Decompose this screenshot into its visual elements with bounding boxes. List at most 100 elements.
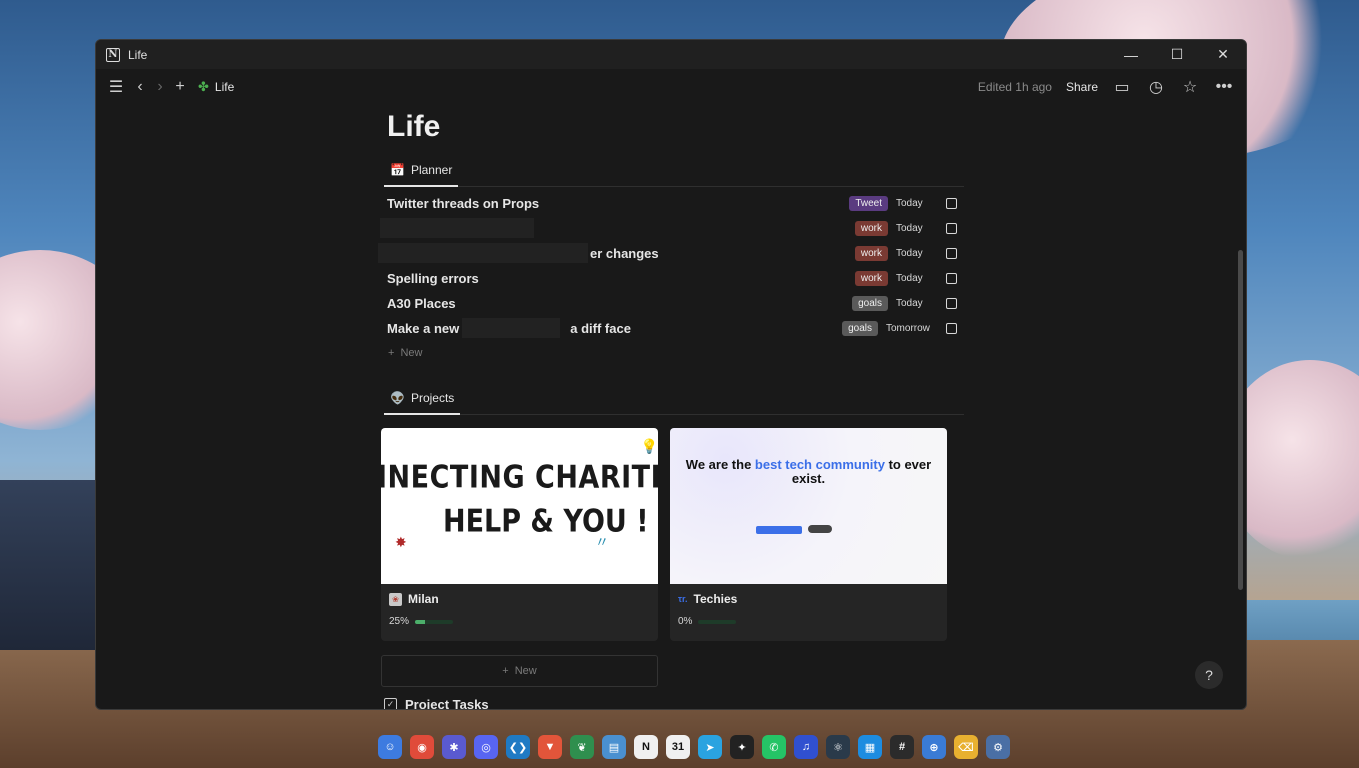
task-meta: goals Today bbox=[852, 296, 957, 311]
whatsapp-icon[interactable]: ✆ bbox=[762, 735, 786, 759]
forward-arrow-icon[interactable]: › bbox=[150, 77, 170, 97]
due-date: Tomorrow bbox=[886, 323, 930, 334]
notion-icon[interactable]: N bbox=[634, 735, 658, 759]
project-title: τr. Techies bbox=[678, 592, 939, 606]
list-item[interactable]: Spelling errors work Today bbox=[384, 266, 964, 291]
tag-badge[interactable]: work bbox=[854, 221, 888, 236]
cover-text: HELP & YOU ! bbox=[443, 503, 649, 540]
new-project-button[interactable]: + New bbox=[381, 655, 658, 687]
chrome-icon[interactable]: ◉ bbox=[410, 735, 434, 759]
tab-planner[interactable]: 📅 Planner bbox=[384, 155, 459, 187]
task-meta: goals Tomorrow bbox=[842, 321, 957, 336]
done-checkbox[interactable] bbox=[946, 198, 957, 209]
planner-view-tabs: 📅 Planner bbox=[384, 155, 964, 187]
tag-badge[interactable]: work bbox=[854, 246, 888, 261]
telegram-icon[interactable]: ➤ bbox=[698, 735, 722, 759]
page-toolbar: ☰ ‹ › + ✤ Life Edited 1h ago Share ▭ ◷ ☆… bbox=[96, 69, 1246, 105]
new-item-button[interactable]: + New bbox=[388, 341, 964, 365]
project-title: ❀ Milan bbox=[389, 592, 650, 606]
new-page-icon[interactable]: + bbox=[170, 77, 190, 97]
tag-badge[interactable]: goals bbox=[852, 296, 888, 311]
scrollbar[interactable] bbox=[1238, 250, 1243, 590]
discord-icon[interactable]: ◎ bbox=[474, 735, 498, 759]
progress-label: 25% bbox=[389, 616, 410, 627]
task-meta: work Today bbox=[854, 221, 957, 236]
due-date: Today bbox=[896, 248, 923, 259]
cover-headline: We are the best tech community to ever e… bbox=[670, 458, 947, 486]
done-checkbox[interactable] bbox=[946, 323, 957, 334]
sidebar-menu-icon[interactable]: ☰ bbox=[106, 77, 126, 97]
list-item[interactable]: Make a new C a diff face goals Tomorrow bbox=[384, 316, 964, 341]
favorite-star-icon[interactable]: ☆ bbox=[1180, 77, 1200, 97]
train-decoration bbox=[0, 480, 95, 650]
project-tasks-label: Project Tasks bbox=[405, 697, 489, 710]
electron-icon[interactable]: ⚛ bbox=[826, 735, 850, 759]
control-center-icon[interactable]: ⚙ bbox=[986, 735, 1010, 759]
share-button[interactable]: Share bbox=[1066, 80, 1098, 94]
tag-badge[interactable]: Tweet bbox=[849, 196, 888, 211]
new-project-label: New bbox=[514, 665, 537, 677]
due-date: Today bbox=[896, 298, 923, 309]
safari-icon[interactable]: ⊕ bbox=[922, 735, 946, 759]
figma-icon[interactable]: ✦ bbox=[730, 735, 754, 759]
cover-button bbox=[756, 526, 802, 534]
calendar-icon: 📅 bbox=[390, 163, 405, 177]
more-options-icon[interactable]: ••• bbox=[1214, 77, 1234, 97]
settings-icon[interactable]: ✱ bbox=[442, 735, 466, 759]
help-button[interactable]: ? bbox=[1195, 661, 1223, 689]
clover-icon: ✤ bbox=[198, 79, 209, 94]
task-name: er changes bbox=[590, 246, 659, 261]
list-item[interactable]: Twitter threads on Props Tweet Today bbox=[384, 191, 964, 216]
comment-icon[interactable]: ▭ bbox=[1112, 77, 1132, 97]
card-footer: τr. Techies 0% bbox=[670, 584, 947, 635]
brave-icon[interactable]: ▼ bbox=[538, 735, 562, 759]
tag-badge[interactable]: goals bbox=[842, 321, 878, 336]
redacted-text bbox=[462, 318, 560, 338]
history-clock-icon[interactable]: ◷ bbox=[1146, 77, 1166, 97]
list-item[interactable]: A30 Places goals Today bbox=[384, 291, 964, 316]
finder-icon[interactable]: ☺ bbox=[378, 735, 402, 759]
maximize-button[interactable]: ☐ bbox=[1154, 40, 1200, 69]
title-bar: N Life — ☐ ✕ bbox=[96, 40, 1246, 69]
tab-projects[interactable]: 👽 Projects bbox=[384, 383, 461, 415]
done-checkbox[interactable] bbox=[946, 248, 957, 259]
list-item[interactable]: work Today bbox=[380, 216, 964, 241]
card-footer: ❀ Milan 25% bbox=[381, 584, 658, 635]
project-tasks-heading[interactable]: ✓ Project Tasks bbox=[384, 697, 964, 710]
files-icon[interactable]: ▤ bbox=[602, 735, 626, 759]
task-meta: Tweet Today bbox=[849, 196, 957, 211]
lightbulb-icon: 💡 bbox=[640, 438, 658, 454]
done-checkbox[interactable] bbox=[946, 273, 957, 284]
plus-icon: + bbox=[502, 665, 509, 677]
calendar-icon[interactable]: 31 bbox=[666, 735, 690, 759]
tab-projects-label: Projects bbox=[410, 391, 455, 405]
task-name: A30 Places bbox=[387, 296, 456, 311]
close-button[interactable]: ✕ bbox=[1200, 40, 1246, 69]
done-checkbox[interactable] bbox=[946, 298, 957, 309]
breadcrumb[interactable]: ✤ Life bbox=[198, 79, 234, 95]
project-card-techies[interactable]: We are the best tech community to ever e… bbox=[670, 428, 947, 641]
trash-icon[interactable]: ⌫ bbox=[954, 735, 978, 759]
audio-icon[interactable]: ♫ bbox=[794, 735, 818, 759]
mongodb-icon[interactable]: ❦ bbox=[570, 735, 594, 759]
new-item-label: New bbox=[400, 347, 423, 359]
list-item[interactable]: er changes work Today bbox=[378, 241, 964, 266]
project-card-milan[interactable]: INECTING CHARITIES, NG HELP & YOU ! 💡 ✸ … bbox=[381, 428, 658, 641]
project-name: Milan bbox=[408, 592, 439, 606]
due-date: Today bbox=[896, 273, 923, 284]
done-checkbox[interactable] bbox=[946, 223, 957, 234]
slack-icon[interactable]: # bbox=[890, 735, 914, 759]
vscode-icon[interactable]: ❮❯ bbox=[506, 735, 530, 759]
window-title: Life bbox=[128, 47, 148, 62]
cover-text: INECTING CHARITIES, NG bbox=[381, 459, 658, 496]
cover-avatars bbox=[808, 525, 832, 533]
task-name-suffix: a diff face bbox=[570, 321, 631, 336]
back-arrow-icon[interactable]: ‹ bbox=[130, 77, 150, 97]
tag-badge[interactable]: work bbox=[854, 271, 888, 286]
cover-text: We are the bbox=[685, 457, 755, 472]
minimize-button[interactable]: — bbox=[1108, 40, 1154, 69]
alien-icon: 👽 bbox=[390, 391, 405, 405]
docker-icon[interactable]: ▦ bbox=[858, 735, 882, 759]
techies-logo-icon: τr. bbox=[678, 594, 688, 604]
sparkle-icon: ✸ bbox=[395, 534, 407, 550]
